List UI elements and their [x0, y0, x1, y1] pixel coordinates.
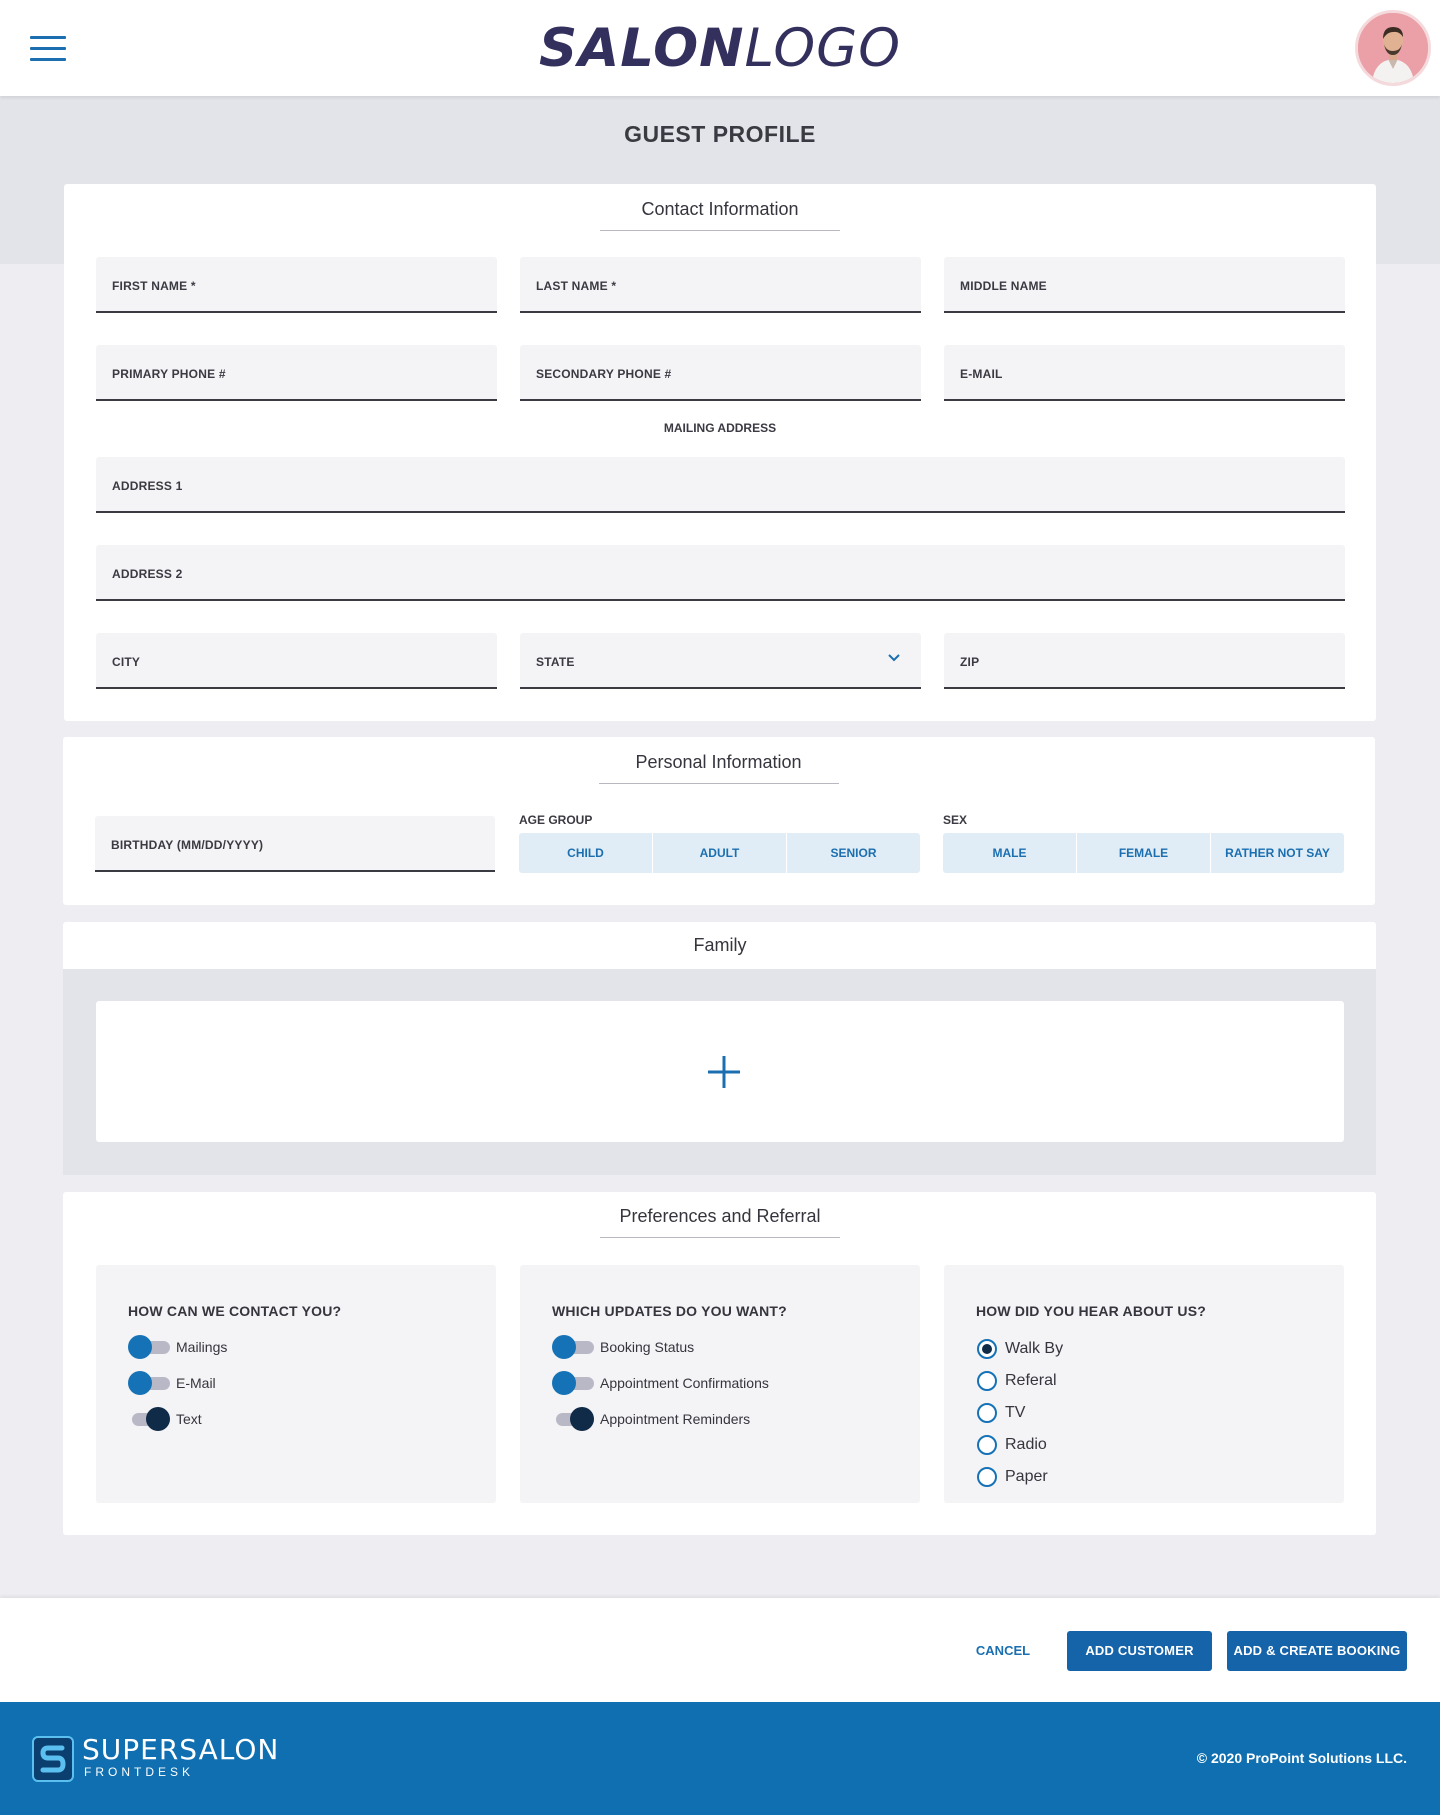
tv-radio[interactable]	[977, 1403, 997, 1423]
city-field[interactable]: CITY	[96, 633, 497, 689]
address2-field[interactable]: ADDRESS 2	[96, 545, 1345, 601]
state-label: STATE	[536, 655, 575, 669]
brand-name: SUPERSALON	[82, 1733, 280, 1766]
booking-status-label: Booking Status	[600, 1339, 695, 1355]
mailings-label: Mailings	[176, 1339, 228, 1355]
contact-methods-heading: HOW CAN WE CONTACT YOU?	[128, 1303, 342, 1319]
preferences-title: Preferences and Referral	[0, 1206, 1440, 1238]
updates-heading: WHICH UPDATES DO YOU WANT?	[552, 1303, 787, 1319]
zip-field[interactable]: ZIP	[944, 633, 1345, 689]
first-name-field[interactable]: FIRST NAME *	[96, 257, 497, 313]
email-label: E-MAIL	[960, 367, 1003, 381]
sex-selector: MALE FEMALE RATHER NOT SAY	[943, 833, 1344, 873]
chevron-down-icon	[888, 654, 900, 662]
action-bar	[0, 1598, 1440, 1702]
address1-label: ADDRESS 1	[112, 479, 183, 493]
sex-female[interactable]: FEMALE	[1077, 833, 1211, 873]
text-toggle[interactable]	[128, 1407, 170, 1431]
age-group-adult[interactable]: ADULT	[653, 833, 787, 873]
paper-radio[interactable]	[977, 1467, 997, 1487]
personal-information-title: Personal Information	[0, 752, 1440, 784]
secondary-phone-field[interactable]: SECONDARY PHONE #	[520, 345, 921, 401]
appointment-reminders-label: Appointment Reminders	[600, 1411, 751, 1427]
zip-label: ZIP	[960, 655, 980, 669]
appointment-reminders-toggle[interactable]	[552, 1407, 594, 1431]
user-avatar[interactable]	[1355, 10, 1431, 86]
top-bar: SALONLOGO	[0, 0, 1440, 96]
mailings-toggle[interactable]	[128, 1335, 170, 1359]
primary-phone-field[interactable]: PRIMARY PHONE #	[96, 345, 497, 401]
secondary-phone-label: SECONDARY PHONE #	[536, 367, 672, 381]
salon-logo: SALONLOGO	[539, 18, 901, 79]
tv-label: TV	[1005, 1404, 1026, 1421]
email-toggle[interactable]	[128, 1371, 170, 1395]
middle-name-label: MIDDLE NAME	[960, 279, 1047, 293]
age-group-label: AGE GROUP	[519, 813, 593, 827]
contact-information-title: Contact Information	[0, 199, 1440, 231]
plus-icon	[708, 1056, 740, 1088]
birthday-field[interactable]: BIRTHDAY (MM/DD/YYYY)	[95, 816, 495, 872]
email-field[interactable]: E-MAIL	[944, 345, 1345, 401]
middle-name-field[interactable]: MIDDLE NAME	[944, 257, 1345, 313]
contact-methods-panel: HOW CAN WE CONTACT YOU? Mailings E-Mail …	[96, 1265, 496, 1503]
add-customer-button[interactable]: ADD CUSTOMER	[1067, 1631, 1212, 1671]
appointment-confirmations-toggle[interactable]	[552, 1371, 594, 1395]
radio-label: Radio	[1005, 1436, 1047, 1453]
add-family-member-button[interactable]	[96, 1001, 1344, 1142]
sex-rather-not-say[interactable]: RATHER NOT SAY	[1211, 833, 1344, 873]
state-select[interactable]: STATE	[520, 633, 921, 689]
cancel-button[interactable]: CANCEL	[962, 1631, 1044, 1671]
paper-label: Paper	[1005, 1468, 1048, 1485]
first-name-label: FIRST NAME *	[112, 279, 196, 293]
referral-panel: HOW DID YOU HEAR ABOUT US? Walk By Refer…	[944, 1265, 1344, 1503]
age-group-selector: CHILD ADULT SENIOR	[519, 833, 920, 873]
address2-label: ADDRESS 2	[112, 567, 183, 581]
copyright: © 2020 ProPoint Solutions LLC.	[1196, 1750, 1407, 1766]
city-label: CITY	[112, 655, 141, 669]
family-title: Family	[693, 935, 747, 955]
sex-male[interactable]: MALE	[943, 833, 1077, 873]
referal-radio[interactable]	[977, 1371, 997, 1391]
primary-phone-label: PRIMARY PHONE #	[112, 367, 226, 381]
email-toggle-label: E-Mail	[176, 1375, 216, 1391]
last-name-label: LAST NAME *	[536, 279, 617, 293]
referal-label: Referal	[1005, 1372, 1057, 1389]
birthday-label: BIRTHDAY (MM/DD/YYYY)	[111, 838, 264, 852]
page-title: GUEST PROFILE	[624, 121, 816, 147]
referral-heading: HOW DID YOU HEAR ABOUT US?	[976, 1303, 1206, 1319]
supersalon-logo-icon	[32, 1736, 74, 1782]
text-label: Text	[176, 1411, 202, 1427]
add-and-create-booking-button[interactable]: ADD & CREATE BOOKING	[1227, 1631, 1407, 1671]
address1-field[interactable]: ADDRESS 1	[96, 457, 1345, 513]
age-group-child[interactable]: CHILD	[519, 833, 653, 873]
brand-subtitle: FRONTDESK	[84, 1765, 195, 1779]
radio-radio[interactable]	[977, 1435, 997, 1455]
age-group-senior[interactable]: SENIOR	[787, 833, 920, 873]
last-name-field[interactable]: LAST NAME *	[520, 257, 921, 313]
sex-label: SEX	[943, 813, 968, 827]
walk-by-radio[interactable]	[977, 1339, 997, 1359]
updates-panel: WHICH UPDATES DO YOU WANT? Booking Statu…	[520, 1265, 920, 1503]
walk-by-label: Walk By	[1005, 1340, 1064, 1357]
appointment-confirmations-label: Appointment Confirmations	[600, 1375, 769, 1391]
mailing-address-heading: MAILING ADDRESS	[663, 421, 777, 435]
booking-status-toggle[interactable]	[552, 1335, 594, 1359]
